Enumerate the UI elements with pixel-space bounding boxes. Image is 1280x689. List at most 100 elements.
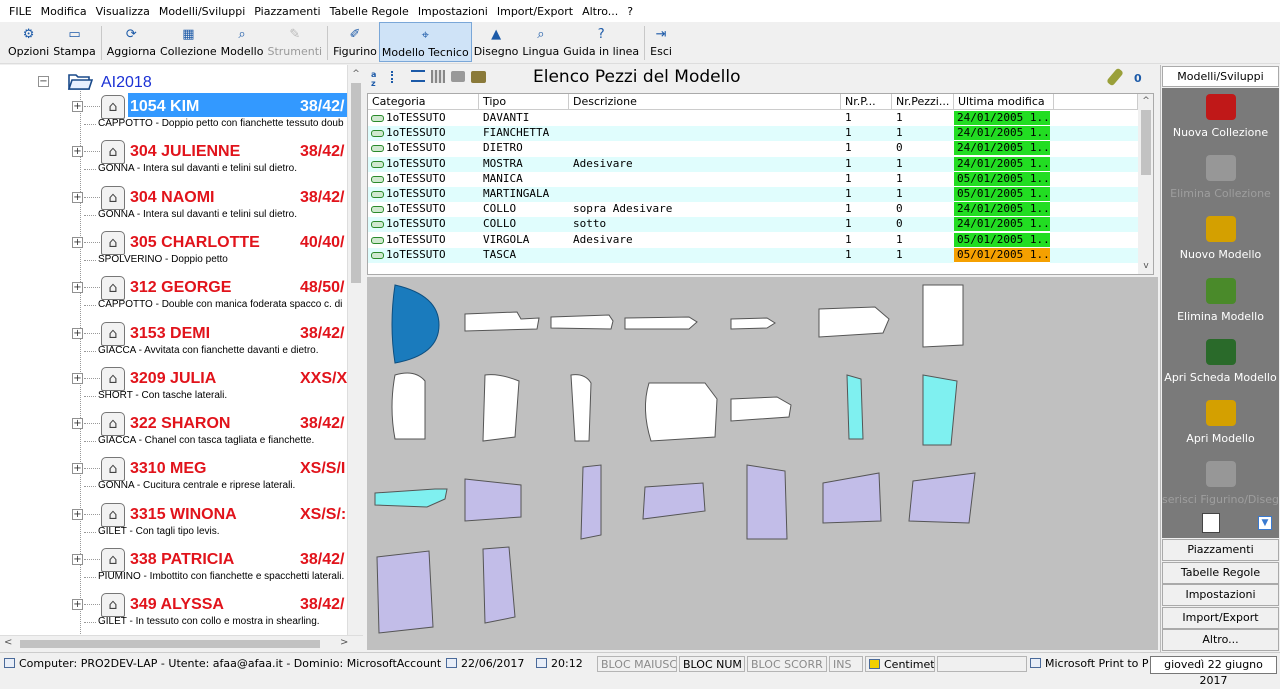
expand-model-button[interactable]: + — [72, 554, 83, 565]
menu-[interactable]: ? — [627, 5, 633, 18]
insert-figure-icon[interactable] — [1206, 461, 1236, 487]
model-name[interactable]: 3209 JULIA — [130, 370, 216, 388]
model-name[interactable]: 322 SHARON — [130, 415, 230, 433]
model-tree[interactable]: − AI2018 + ⌂ 1054 KIM 38/42/CAPPOTTO - Dopp… — [0, 65, 347, 635]
sidebar-action-label[interactable]: Nuova Collezione — [1162, 126, 1279, 139]
opzioni-button[interactable]: ⚙ Opzioni — [6, 22, 51, 62]
menu-altro[interactable]: Altro... — [582, 5, 618, 18]
menu-modelli-sviluppi[interactable]: Modelli/Sviluppi — [159, 5, 245, 18]
calculator-icon[interactable] — [1202, 513, 1220, 533]
disegno-button[interactable]: ▲ Disegno — [472, 22, 521, 62]
model-row[interactable]: + ⌂ 3315 WINONA XS/S/: GILET - Con tagli tip… — [0, 499, 347, 544]
expand-model-button[interactable]: + — [72, 599, 83, 611]
model-name[interactable]: 3315 WINONA — [130, 506, 237, 524]
column-header[interactable]: Descrizione — [569, 94, 841, 110]
menu-tabelle-regole[interactable]: Tabelle Regole — [330, 5, 409, 18]
expand-model-button[interactable]: + — [72, 418, 83, 430]
stampa-button[interactable]: ▭ Stampa — [51, 22, 97, 62]
expand-model-button[interactable]: + — [72, 191, 83, 203]
piece-row[interactable]: 1oTESSUTO FIANCHETTA 1 1 24/01/2005 1... — [368, 126, 1138, 142]
chevron-down-icon[interactable]: ▼ — [1258, 516, 1272, 530]
modello-button[interactable]: ⌕ Modello — [219, 22, 266, 62]
expand-model-button[interactable]: + — [72, 508, 83, 520]
aggiorna-button[interactable]: ⟳ Aggiorna — [105, 22, 158, 62]
model-name[interactable]: 338 PATRICIA — [130, 551, 234, 569]
model-name[interactable]: 304 JULIENNE — [130, 143, 240, 161]
delete-collection-icon[interactable] — [1206, 155, 1236, 181]
piece-row[interactable]: 1oTESSUTO COLLO sopra Adesivare 1 0 24/01/200… — [368, 202, 1138, 218]
folder-icon[interactable] — [471, 71, 486, 83]
column-header[interactable]: Nr.P... — [841, 94, 892, 110]
menu-impostazioni[interactable]: Impostazioni — [418, 5, 488, 18]
column-header[interactable]: Categoria — [368, 94, 479, 110]
tree-vertical-scrollbar[interactable]: ^ — [347, 65, 363, 635]
piece-row[interactable]: 1oTESSUTO TASCA 1 1 05/01/2005 1... — [368, 247, 1138, 263]
pencil-icon[interactable] — [1106, 67, 1124, 87]
model-name[interactable]: 3153 DEMI — [130, 325, 210, 343]
menu-piazzamenti[interactable]: Piazzamenti — [254, 5, 320, 18]
expand-model-button[interactable]: + — [72, 327, 83, 339]
esci-button[interactable]: ⇥ Esci — [648, 22, 674, 62]
expand-model-button[interactable]: + — [72, 236, 83, 248]
model-row[interactable]: + ⌂ 312 GEORGE 48/50/CAPPOTTO - Double con … — [0, 272, 347, 317]
section-import-export-button[interactable]: Import/Export — [1162, 606, 1279, 629]
section-impostazioni-button[interactable]: Impostazioni — [1162, 584, 1279, 607]
column-header[interactable]: Tipo — [479, 94, 569, 110]
list-view-icon[interactable] — [411, 70, 425, 82]
model-row[interactable]: + ⌂ 304 JULIENNE 38/42/GONNA - Intera sul d… — [0, 136, 347, 181]
model-row[interactable]: + ⌂ 304 NAOMI 38/42/GONNA - Intera sul dava… — [0, 182, 347, 227]
new-model-icon[interactable] — [1206, 216, 1236, 242]
sidebar-action-label[interactable]: Elimina Modello — [1162, 310, 1279, 323]
piece-row[interactable]: 1oTESSUTO COLLO sotto 1 0 24/01/2005 1... — [368, 217, 1138, 233]
modello-tecnico-button[interactable]: ⌖ Modello Tecnico — [378, 22, 472, 62]
model-row[interactable]: + ⌂ 3209 JULIA XXS/X SHORT - Con tasche late… — [0, 363, 347, 408]
sidebar-action-label[interactable]: Apri Modello — [1162, 432, 1279, 445]
model-name[interactable]: 304 NAOMI — [130, 189, 214, 207]
open-model-icon[interactable] — [1206, 400, 1236, 426]
tree-horizontal-scrollbar[interactable]: < > — [0, 635, 363, 651]
figurino-button[interactable]: ✐ Figurino — [331, 22, 379, 62]
menu-import-export[interactable]: Import/Export — [497, 5, 573, 18]
sort-az-icon[interactable]: az — [371, 70, 385, 88]
model-row[interactable]: + ⌂ 1054 KIM 38/42/CAPPOTTO - Doppio petto … — [0, 91, 347, 136]
piece-row[interactable]: 1oTESSUTO MANICA 1 1 05/01/2005 1... — [368, 171, 1138, 187]
column-header[interactable]: Ultima modifica — [954, 94, 1054, 110]
pattern-pieces-canvas[interactable] — [367, 277, 1158, 650]
model-row[interactable]: + ⌂ 322 SHARON 38/42/GIACCA - Chanel con ta… — [0, 408, 347, 453]
strumenti-button[interactable]: ✎ Strumenti — [265, 22, 324, 62]
section-altro-button[interactable]: Altro... — [1162, 629, 1279, 652]
sidebar-action-label[interactable]: serisci Figurino/Disegn — [1162, 493, 1279, 506]
print-icon[interactable] — [451, 71, 465, 82]
expand-model-button[interactable]: + — [72, 463, 83, 475]
pieces-table[interactable]: Categoria Tipo Descrizione Nr.P... Nr.Pezzi.… — [367, 93, 1154, 275]
piece-row[interactable]: 1oTESSUTO DAVANTI 1 1 24/01/2005 1... — [368, 111, 1138, 126]
expand-model-button[interactable]: + — [72, 282, 83, 294]
menu-modifica[interactable]: Modifica — [41, 5, 87, 18]
new-collection-icon[interactable] — [1206, 94, 1236, 120]
model-name[interactable]: 312 GEORGE — [130, 279, 231, 297]
expand-model-button[interactable]: + — [72, 101, 83, 112]
expand-model-button[interactable]: + — [72, 372, 83, 384]
model-name[interactable]: 3310 MEG — [130, 460, 206, 478]
piece-row[interactable]: 1oTESSUTO MARTINGALA 1 1 05/01/2005 1... — [368, 187, 1138, 202]
column-header[interactable]: Nr.Pezzi... — [892, 94, 954, 110]
tree-view-icon[interactable] — [391, 71, 405, 83]
piece-row[interactable]: 1oTESSUTO DIETRO 1 0 24/01/2005 1... — [368, 141, 1138, 157]
piece-row[interactable]: 1oTESSUTO VIRGOLA Adesivare 1 1 05/01/2005 1.… — [368, 232, 1138, 248]
collezione-button[interactable]: ▦ Collezione — [158, 22, 219, 62]
guida-in-linea-button[interactable]: ? Guida in linea — [561, 22, 641, 62]
piece-row[interactable]: 1oTESSUTO MOSTRA Adesivare 1 1 24/01/2005 1..… — [368, 156, 1138, 172]
model-row[interactable]: + ⌂ 3310 MEG XS/S/I GONNA - Cucitura central… — [0, 453, 347, 498]
collection-name[interactable]: AI2018 — [101, 74, 152, 92]
delete-model-icon[interactable] — [1206, 278, 1236, 304]
model-row[interactable]: + ⌂ 3153 DEMI 38/42/GIACCA - Avvitata con f… — [0, 318, 347, 363]
sidebar-action-label[interactable]: Nuovo Modello — [1162, 248, 1279, 261]
section-piazzamenti-button[interactable]: Piazzamenti — [1162, 539, 1279, 561]
grid-view-icon[interactable] — [431, 70, 445, 83]
modules-header-button[interactable]: Modelli/Sviluppi — [1162, 66, 1279, 87]
model-row[interactable]: + ⌂ 338 PATRICIA 38/42/PIUMINO - Imbottito … — [0, 544, 347, 589]
model-name[interactable]: 305 CHARLOTTE — [130, 234, 260, 252]
pieces-table-scrollbar[interactable]: ^ v — [1138, 94, 1153, 274]
section-tabelle-regole-button[interactable]: Tabelle Regole — [1162, 561, 1279, 584]
model-row[interactable]: + ⌂ 349 ALYSSA 38/42/GILET - In tessuto con… — [0, 589, 347, 634]
